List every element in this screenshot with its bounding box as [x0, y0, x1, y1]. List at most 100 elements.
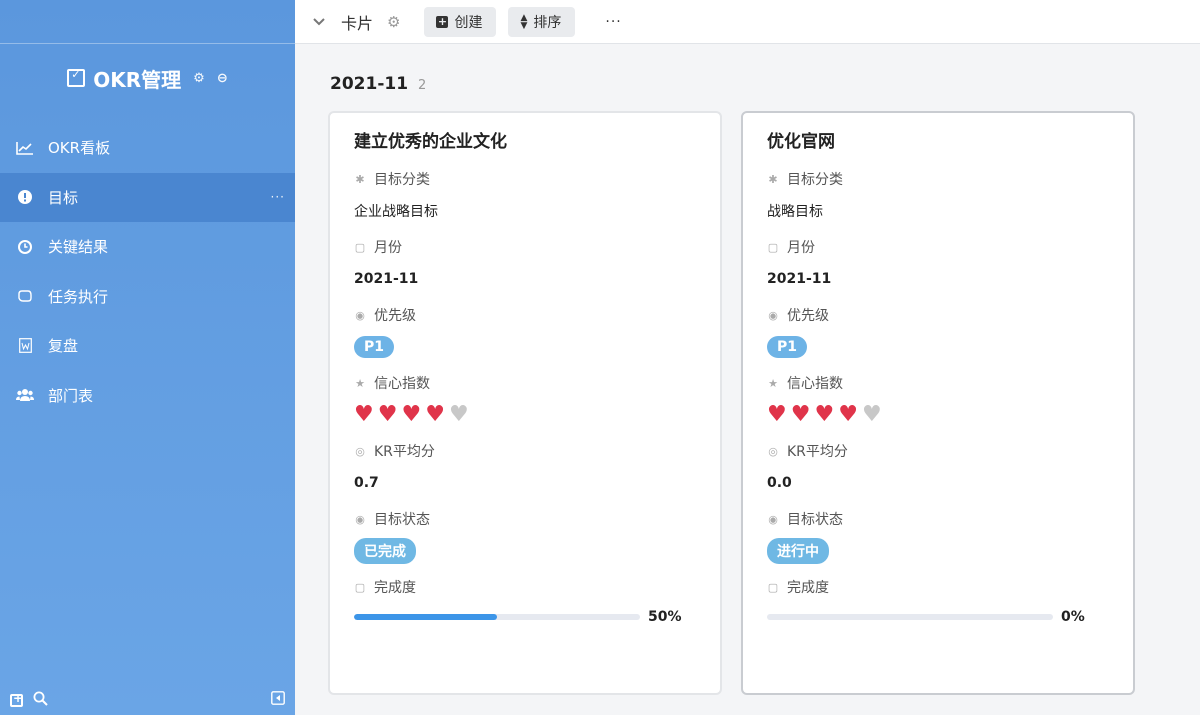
date-file-icon: ▢ [767, 580, 779, 594]
more-options-icon[interactable]: ··· [605, 14, 621, 30]
sidebar-item-label: 任务执行 [48, 287, 109, 306]
progress-percent: 50% [648, 609, 682, 625]
chevron-down-icon[interactable] [313, 15, 325, 29]
kr-average-value: 0.0 [767, 475, 792, 491]
sidebar-footer [0, 685, 295, 715]
field-label: ◎ KR平均分 [767, 441, 1109, 461]
collapse-sidebar-icon[interactable] [271, 691, 285, 709]
heart-icon[interactable]: ♥ [838, 404, 858, 426]
app-brand: OKR管理 ⚙ ⊖ [0, 44, 295, 112]
app-title: OKR管理 [93, 67, 182, 92]
check-circle-icon: ◉ [355, 512, 365, 526]
clock-icon [16, 239, 34, 254]
sidebar-item-review[interactable]: 复盘 [0, 321, 295, 371]
category-value: 企业战略目标 [354, 204, 438, 220]
sort-icon: ▲ ▼ [520, 12, 528, 31]
heart-icon[interactable]: ♥ [425, 404, 445, 426]
field-label: ◎ KR平均分 [354, 441, 696, 461]
date-file-icon: ▢ [354, 580, 366, 594]
sidebar-item-okr-board[interactable]: OKR看板 [0, 123, 295, 173]
view-settings-icon[interactable]: ⚙ [387, 13, 400, 31]
objective-card[interactable]: 优化官网 ✱ 目标分类 战略目标 ▢ 月份 2021-11 ◉ 优先级 P1 ★ 信心指… [741, 111, 1135, 695]
asterisk-icon: ✱ [768, 172, 778, 186]
priority-badge: P1 [354, 336, 395, 358]
word-doc-icon [16, 338, 34, 354]
heart-icon[interactable]: ♥ [354, 404, 374, 426]
sidebar-menu: OKR看板 目标 ··· 关键结果 任务执行 复盘 部门表 [0, 123, 295, 420]
field-label-text: 月份 [374, 240, 402, 256]
date-file-icon: ▢ [354, 240, 366, 254]
heart-icon[interactable]: ♥ [449, 404, 469, 426]
sidebar-top-bar [0, 0, 295, 44]
field-label-text: 完成度 [787, 580, 829, 596]
field-label: ◉ 优先级 [354, 305, 696, 325]
search-icon[interactable] [33, 691, 48, 710]
heart-icon[interactable]: ♥ [791, 404, 811, 426]
priority-value-wrap: P1 [354, 336, 696, 358]
create-button-label: 创建 [454, 14, 483, 31]
star-icon: ★ [768, 376, 778, 390]
month-value: 2021-11 [354, 271, 419, 287]
check-circle-icon: ◉ [768, 308, 778, 322]
field-label-text: 目标状态 [374, 512, 430, 528]
group-title: 2021-11 [330, 74, 409, 94]
add-icon[interactable] [10, 691, 23, 707]
view-name[interactable]: 卡片 [341, 10, 373, 34]
priority-badge: P1 [767, 336, 808, 358]
confidence-hearts: ♥ ♥ ♥ ♥ ♥ [354, 404, 696, 426]
more-options-icon[interactable]: ··· [271, 190, 285, 204]
heart-icon[interactable]: ♥ [814, 404, 834, 426]
sidebar-item-objectives[interactable]: 目标 ··· [0, 172, 295, 222]
field-label: ▢ 完成度 [354, 577, 696, 597]
users-icon [16, 388, 34, 402]
month-value: 2021-11 [767, 271, 832, 287]
chart-line-icon [16, 141, 34, 155]
status-value-wrap: 已完成 [354, 538, 696, 564]
heart-icon[interactable]: ♥ [401, 404, 421, 426]
field-label: ◉ 目标状态 [354, 509, 696, 529]
arrow-circle-right-icon[interactable]: ⊖ [217, 71, 228, 86]
sort-button[interactable]: ▲ ▼ 排序 [508, 6, 576, 37]
progress-bar [767, 614, 1053, 620]
card-title: 建立优秀的企业文化 [354, 131, 507, 152]
sidebar-item-departments[interactable]: 部门表 [0, 371, 295, 421]
field-label-text: KR平均分 [787, 444, 848, 460]
progress-row: 0% [767, 609, 1109, 625]
field-label-text: 信心指数 [787, 376, 843, 392]
sort-button-label: 排序 [533, 14, 562, 31]
field-label-text: 优先级 [787, 308, 829, 324]
top-toolbar: 卡片 ⚙ + 创建 ▲ ▼ 排序 ··· [295, 0, 1200, 44]
date-file-icon: ▢ [767, 240, 779, 254]
progress-row: 50% [354, 609, 696, 625]
field-label: ◉ 目标状态 [767, 509, 1109, 529]
sidebar-item-tasks[interactable]: 任务执行 [0, 272, 295, 322]
field-label-text: 目标分类 [374, 172, 430, 188]
sidebar-item-label: 部门表 [48, 386, 94, 405]
sidebar-item-label: OKR看板 [48, 139, 111, 158]
check-circle-icon: ◉ [768, 512, 778, 526]
create-button[interactable]: + 创建 [424, 6, 497, 37]
field-label-text: 信心指数 [374, 376, 430, 392]
field-label: ✱ 目标分类 [354, 169, 696, 189]
heart-icon[interactable]: ♥ [767, 404, 787, 426]
settings-gear-icon[interactable]: ⚙ [193, 71, 205, 86]
field-label: ◉ 优先级 [767, 305, 1109, 325]
check-circle-icon: ◉ [355, 308, 365, 322]
field-label-text: KR平均分 [374, 444, 435, 460]
heart-icon[interactable]: ♥ [378, 404, 398, 426]
progress-percent: 0% [1061, 609, 1085, 625]
heart-icon[interactable]: ♥ [862, 404, 882, 426]
sidebar-item-label: 复盘 [48, 337, 79, 356]
field-label: ▢ 月份 [767, 237, 1109, 257]
status-badge: 已完成 [354, 538, 416, 564]
status-badge: 进行中 [767, 538, 829, 564]
field-label: ★ 信心指数 [767, 373, 1109, 393]
sidebar-item-key-results[interactable]: 关键结果 [0, 222, 295, 272]
plus-square-icon: + [436, 14, 449, 28]
calendar-check-icon [67, 68, 86, 87]
objective-card[interactable]: 建立优秀的企业文化 ✱ 目标分类 企业战略目标 ▢ 月份 2021-11 ◉ 优先级 … [328, 111, 722, 695]
field-label-text: 月份 [787, 240, 815, 256]
field-label-text: 目标状态 [787, 512, 843, 528]
location-pin-icon: ◎ [768, 444, 778, 458]
group-count: 2 [418, 78, 427, 93]
